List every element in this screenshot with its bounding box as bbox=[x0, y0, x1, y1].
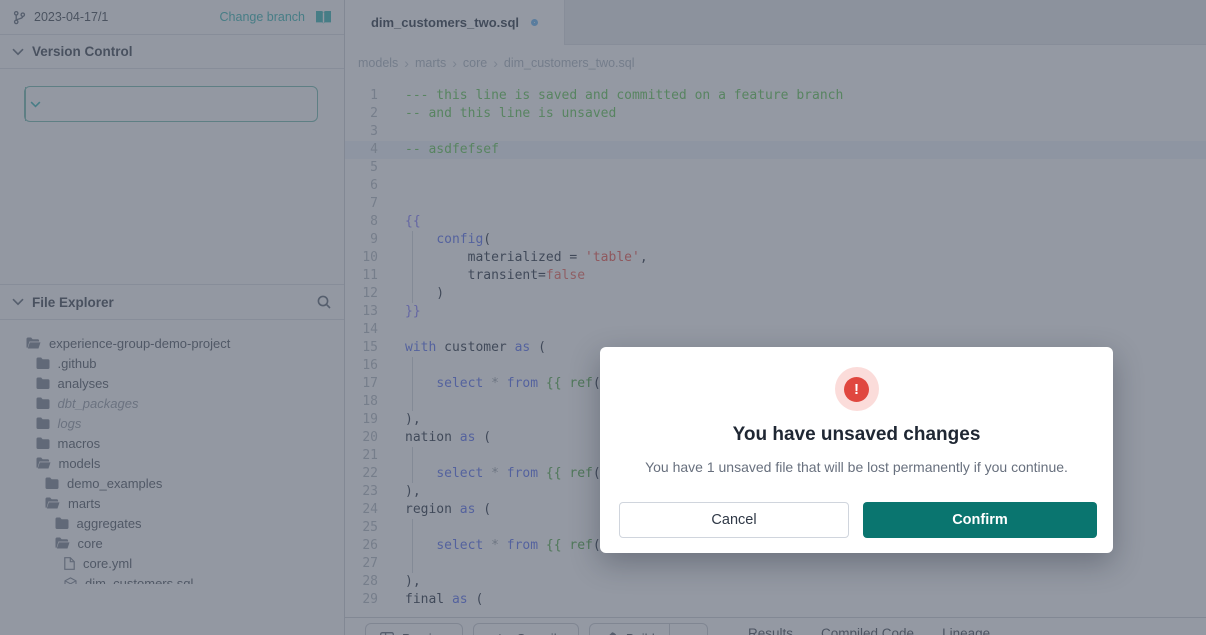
unsaved-changes-modal: ! You have unsaved changes You have 1 un… bbox=[600, 347, 1113, 553]
cancel-button[interactable]: Cancel bbox=[619, 502, 849, 538]
modal-body-text: You have 1 unsaved file that will be los… bbox=[600, 459, 1113, 475]
modal-title: You have unsaved changes bbox=[600, 424, 1113, 446]
exclamation-icon: ! bbox=[844, 377, 869, 402]
alert-icon: ! bbox=[835, 367, 879, 411]
confirm-button[interactable]: Confirm bbox=[863, 502, 1097, 538]
dbt-ide-screen: 2023-04-17/1 Change branch Version Contr… bbox=[0, 0, 1206, 635]
